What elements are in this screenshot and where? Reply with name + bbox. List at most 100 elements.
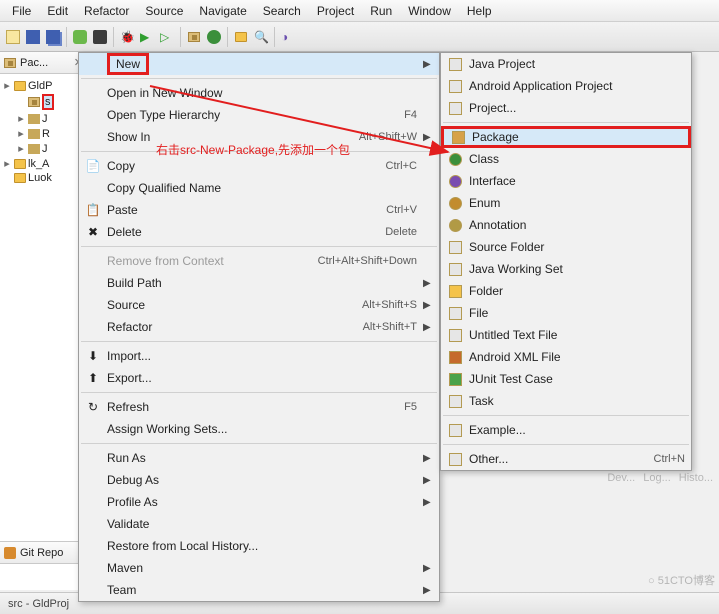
submenu-item-package[interactable]: Package [441, 126, 691, 148]
android-sdk-button[interactable] [71, 28, 89, 46]
tree-node-jar[interactable]: ▸J [2, 141, 85, 156]
menu-item-debug-as[interactable]: Debug As▶ [79, 469, 439, 491]
new-button[interactable] [4, 28, 22, 46]
new-class-button[interactable] [205, 28, 223, 46]
toolbar-separator [180, 27, 181, 47]
package-icon [4, 58, 16, 68]
menu-item-label: Import... [107, 349, 423, 363]
menu-shortcut: Ctrl+V [386, 204, 423, 216]
tree-node-project[interactable]: ▸GldP [2, 78, 85, 93]
search-button[interactable]: 🔍 [252, 28, 270, 46]
android-icon [441, 80, 469, 93]
menu-item-run-as[interactable]: Run As▶ [79, 447, 439, 469]
tree-node-src[interactable]: s [2, 93, 85, 111]
run-button[interactable]: ▶ [138, 28, 156, 46]
menu-shortcut: Alt+Shift+S [362, 299, 423, 311]
open-task-button[interactable]: ◑ [279, 28, 297, 46]
tab-label: Pac... [20, 57, 48, 69]
project-icon [14, 173, 26, 183]
submenu-item-project[interactable]: Project... [441, 97, 691, 119]
menu-item-copy-qualified-name[interactable]: Copy Qualified Name [79, 177, 439, 199]
menu-navigate[interactable]: Navigate [191, 1, 254, 21]
menu-item-copy[interactable]: 📄CopyCtrl+C [79, 155, 439, 177]
package-explorer-tab[interactable]: Pac... ✕ [0, 52, 87, 74]
submenu-item-source-folder[interactable]: Source Folder [441, 236, 691, 258]
submenu-item-label: Project... [469, 101, 685, 115]
save-all-button[interactable] [44, 28, 62, 46]
submenu-item-enum[interactable]: Enum [441, 192, 691, 214]
srcfolder-icon [441, 241, 469, 254]
debug-button[interactable]: 🐞 [118, 28, 136, 46]
submenu-item-other[interactable]: Other...Ctrl+N [441, 448, 691, 470]
menu-item-maven[interactable]: Maven▶ [79, 557, 439, 579]
menu-item-export[interactable]: ⬆Export... [79, 367, 439, 389]
anno-icon [441, 219, 469, 232]
menu-separator [443, 415, 689, 416]
new-submenu[interactable]: Java ProjectAndroid Application Project P… [440, 52, 692, 471]
menu-item-label: Build Path [107, 276, 423, 290]
menu-item-build-path[interactable]: Build Path▶ [79, 272, 439, 294]
menu-item-import[interactable]: ⬇Import... [79, 345, 439, 367]
avd-button[interactable] [91, 28, 109, 46]
submenu-arrow-icon: ▶ [423, 132, 433, 143]
new-package-button[interactable] [185, 28, 203, 46]
menubar: File Edit Refactor Source Navigate Searc… [0, 0, 719, 22]
menu-item-team[interactable]: Team▶ [79, 579, 439, 601]
menu-item-open-type-hierarchy[interactable]: Open Type HierarchyF4 [79, 104, 439, 126]
menu-refactor[interactable]: Refactor [76, 1, 137, 21]
toolbar-separator [274, 27, 275, 47]
submenu-item-android-xml-file[interactable]: Android XML File [441, 346, 691, 368]
menu-item-validate[interactable]: Validate [79, 513, 439, 535]
tree-node-jar[interactable]: ▸J [2, 111, 85, 126]
submenu-item-annotation[interactable]: Annotation [441, 214, 691, 236]
menu-item-delete[interactable]: ✖DeleteDelete [79, 221, 439, 243]
submenu-item-file[interactable]: File [441, 302, 691, 324]
menu-item-label: New [107, 53, 423, 75]
submenu-item-label: Android XML File [469, 350, 685, 364]
menu-file[interactable]: File [4, 1, 39, 21]
menu-item-paste[interactable]: 📋PasteCtrl+V [79, 199, 439, 221]
tree-node-project[interactable]: ▸lk_A [2, 156, 85, 171]
menu-item-refresh[interactable]: ↻RefreshF5 [79, 396, 439, 418]
menu-search[interactable]: Search [255, 1, 309, 21]
submenu-item-folder[interactable]: Folder [441, 280, 691, 302]
git-repo-label: Git Repo [20, 547, 63, 559]
menu-run[interactable]: Run [362, 1, 400, 21]
tree-node-jar[interactable]: ▸R [2, 126, 85, 141]
menu-window[interactable]: Window [400, 1, 459, 21]
menu-item-open-in-new-window[interactable]: Open in New Window [79, 82, 439, 104]
menu-item-restore-from-local-history[interactable]: Restore from Local History... [79, 535, 439, 557]
menu-item-new[interactable]: New▶ [79, 53, 439, 75]
menu-item-label: Team [107, 583, 423, 597]
submenu-item-java-project[interactable]: Java Project [441, 53, 691, 75]
jar-icon [28, 144, 40, 154]
submenu-item-task[interactable]: Task [441, 390, 691, 412]
menu-source[interactable]: Source [137, 1, 191, 21]
git-repo-tab[interactable]: Git Repo [0, 542, 88, 564]
run-last-button[interactable]: ▷ [158, 28, 176, 46]
submenu-item-untitled-text-file[interactable]: Untitled Text File [441, 324, 691, 346]
submenu-item-java-working-set[interactable]: Java Working Set [441, 258, 691, 280]
toolbar-separator [66, 27, 67, 47]
menu-help[interactable]: Help [459, 1, 500, 21]
submenu-item-interface[interactable]: Interface [441, 170, 691, 192]
submenu-item-class[interactable]: Class [441, 148, 691, 170]
submenu-item-junit-test-case[interactable]: JUnit Test Case [441, 368, 691, 390]
submenu-item-android-application-project[interactable]: Android Application Project [441, 75, 691, 97]
submenu-item-example[interactable]: Example... [441, 419, 691, 441]
menu-item-profile-as[interactable]: Profile As▶ [79, 491, 439, 513]
menu-project[interactable]: Project [309, 1, 362, 21]
save-button[interactable] [24, 28, 42, 46]
submenu-item-label: Package [472, 130, 682, 144]
menu-item-refactor[interactable]: RefactorAlt+Shift+T▶ [79, 316, 439, 338]
context-menu[interactable]: New▶Open in New WindowOpen Type Hierarch… [78, 52, 440, 602]
project-tree[interactable]: ▸GldP s ▸J ▸R ▸J ▸lk_A Luok [0, 74, 87, 189]
menu-item-label: Debug As [107, 473, 423, 487]
menu-item-source[interactable]: SourceAlt+Shift+S▶ [79, 294, 439, 316]
view-tab: Log... [643, 472, 671, 484]
open-type-button[interactable] [232, 28, 250, 46]
menu-edit[interactable]: Edit [39, 1, 76, 21]
tree-node-project[interactable]: Luok [2, 171, 85, 185]
jar-icon [28, 129, 40, 139]
menu-item-assign-working-sets[interactable]: Assign Working Sets... [79, 418, 439, 440]
